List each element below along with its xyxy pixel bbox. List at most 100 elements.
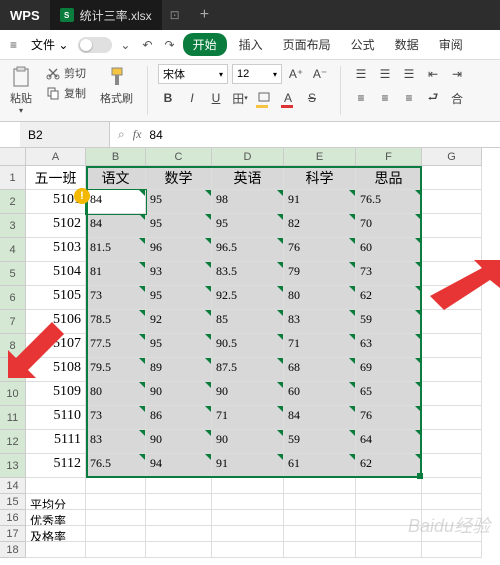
cell[interactable]	[212, 478, 284, 494]
cell[interactable]	[422, 358, 482, 382]
wrap-text-icon[interactable]: ⮐	[423, 88, 443, 108]
cell[interactable]: 87.5	[212, 358, 284, 382]
row-header[interactable]: 9	[0, 358, 26, 382]
cell[interactable]	[422, 382, 482, 406]
cell[interactable]	[284, 478, 356, 494]
menu-review[interactable]: 审阅	[431, 32, 471, 57]
dropdown-icon[interactable]: ⌄	[116, 34, 134, 56]
border-button[interactable]: 田▾	[230, 88, 250, 108]
redo-icon[interactable]: ↷	[161, 34, 179, 56]
name-box[interactable]: B2	[20, 122, 110, 147]
menu-data[interactable]: 数据	[387, 32, 427, 57]
align-top-icon[interactable]: ☰	[351, 64, 371, 84]
cell[interactable]: 91	[284, 190, 356, 214]
cell[interactable]: 85	[212, 310, 284, 334]
undo-icon[interactable]: ↶	[138, 34, 156, 56]
cell[interactable]: 59	[356, 310, 422, 334]
cell[interactable]: 90	[146, 382, 212, 406]
decrease-font-icon[interactable]: A⁻	[310, 64, 330, 84]
col-header[interactable]: E	[284, 148, 356, 166]
cell[interactable]	[146, 494, 212, 510]
col-header[interactable]: B	[86, 148, 146, 166]
cell[interactable]: 76	[356, 406, 422, 430]
cell[interactable]: 5106	[26, 310, 86, 334]
cell[interactable]: 95	[146, 286, 212, 310]
cell[interactable]: 84	[86, 190, 146, 214]
font-name-select[interactable]: 宋体▾	[158, 64, 228, 84]
cell[interactable]	[422, 310, 482, 334]
cell[interactable]: 76.5	[86, 454, 146, 478]
cell[interactable]: 71	[284, 334, 356, 358]
col-header[interactable]: A	[26, 148, 86, 166]
cell[interactable]	[422, 214, 482, 238]
cell[interactable]: 科学	[284, 166, 356, 190]
fx-icon[interactable]: fx	[133, 127, 142, 142]
cell[interactable]	[86, 542, 146, 558]
cell[interactable]: 94	[146, 454, 212, 478]
cell[interactable]	[284, 526, 356, 542]
col-header[interactable]: D	[212, 148, 284, 166]
cell[interactable]	[422, 510, 482, 526]
row-header[interactable]: 3	[0, 214, 26, 238]
search-icon[interactable]: ⌕	[118, 127, 125, 142]
copy-button[interactable]: 复制	[44, 84, 88, 102]
row-header[interactable]: 11	[0, 406, 26, 430]
row-header[interactable]: 6	[0, 286, 26, 310]
row-header[interactable]: 2	[0, 190, 26, 214]
row-header[interactable]: 16	[0, 510, 26, 526]
cell[interactable]	[146, 526, 212, 542]
cell[interactable]: 59	[284, 430, 356, 454]
cell[interactable]	[422, 334, 482, 358]
menu-start[interactable]: 开始	[183, 33, 227, 56]
row-header[interactable]: 14	[0, 478, 26, 494]
cell[interactable]	[356, 478, 422, 494]
cell[interactable]: 90	[212, 430, 284, 454]
cell[interactable]: 90.5	[212, 334, 284, 358]
document-tab[interactable]: S 统计三率.xlsx	[50, 0, 162, 30]
grid[interactable]: 五一班语文数学英语科学思品51018495989176.551028495958…	[26, 166, 500, 558]
cell[interactable]	[356, 526, 422, 542]
cell[interactable]: 83	[284, 310, 356, 334]
cell[interactable]	[212, 494, 284, 510]
cell[interactable]	[86, 478, 146, 494]
cell[interactable]	[146, 510, 212, 526]
cell[interactable]: 84	[284, 406, 356, 430]
cell[interactable]	[146, 478, 212, 494]
cell[interactable]: 92.5	[212, 286, 284, 310]
row-header[interactable]: 10	[0, 382, 26, 406]
cell[interactable]: 86	[146, 406, 212, 430]
bold-button[interactable]: B	[158, 88, 178, 108]
cell[interactable]	[422, 262, 482, 286]
tab-overflow-icon[interactable]: ⊡	[162, 8, 188, 22]
file-menu[interactable]: 文件 ⌄	[25, 34, 74, 55]
cell[interactable]	[212, 542, 284, 558]
cell[interactable]	[422, 454, 482, 478]
cell[interactable]	[284, 494, 356, 510]
cell[interactable]	[26, 478, 86, 494]
cell[interactable]: 95	[212, 214, 284, 238]
cell[interactable]: 5107	[26, 334, 86, 358]
menu-page-layout[interactable]: 页面布局	[275, 32, 339, 57]
row-header[interactable]: 5	[0, 262, 26, 286]
select-all-corner[interactable]	[0, 148, 26, 166]
cell[interactable]	[422, 478, 482, 494]
cell[interactable]: 82	[284, 214, 356, 238]
cut-button[interactable]: 剪切	[44, 64, 88, 82]
cell[interactable]: 80	[86, 382, 146, 406]
cell[interactable]	[86, 510, 146, 526]
row-header[interactable]: 17	[0, 526, 26, 542]
cell[interactable]: 96.5	[212, 238, 284, 262]
align-center-icon[interactable]: ≡	[375, 88, 395, 108]
indent-increase-icon[interactable]: ⇥	[447, 64, 467, 84]
col-header[interactable]: F	[356, 148, 422, 166]
hamburger-icon[interactable]: ≡	[6, 34, 21, 56]
cell[interactable]: 92	[146, 310, 212, 334]
cell[interactable]: 95	[146, 214, 212, 238]
cell[interactable]: 95	[146, 190, 212, 214]
cell[interactable]: 62	[356, 286, 422, 310]
cell[interactable]	[284, 510, 356, 526]
cell[interactable]	[212, 526, 284, 542]
cell[interactable]: 73	[356, 262, 422, 286]
cell[interactable]: 78.5	[86, 310, 146, 334]
row-header[interactable]: 4	[0, 238, 26, 262]
